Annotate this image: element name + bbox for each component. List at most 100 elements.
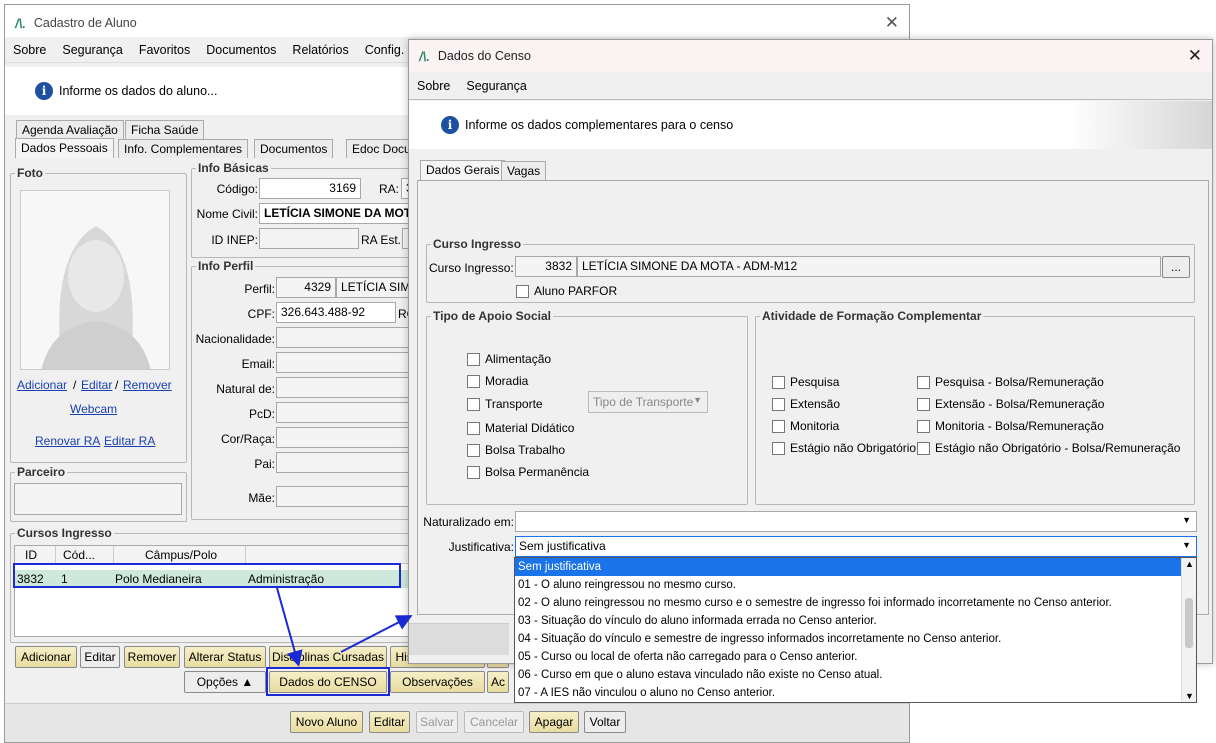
email-label: Email: [241,357,275,371]
curso-browse-button[interactable]: ... [1162,256,1190,278]
checkbox-box [467,465,480,479]
option-sem-justificativa[interactable]: Sem justificativa [515,558,1196,576]
foto-editar-link[interactable]: Editar [81,378,112,392]
tab-dados-pessoais[interactable]: Dados Pessoais [15,138,114,158]
menu-relatorios[interactable]: Relatórios [292,43,348,57]
app-logo-icon: /\. [15,15,26,31]
estagio-bolsa-checkbox[interactable]: Estágio não Obrigatório - Bolsa/Remunera… [917,441,1180,455]
foto-remover-link[interactable]: Remover [123,378,172,392]
chevron-down-icon: ▼ [1182,540,1191,550]
pcd-field[interactable] [276,402,415,423]
nacionalidade-field[interactable] [276,327,415,348]
id-inep-field[interactable] [259,228,359,249]
tab-documentos[interactable]: Documentos [254,139,334,158]
opcoes-button[interactable]: Opções ▲ [184,671,266,693]
close-icon[interactable]: ✕ [1188,46,1202,66]
extensao-checkbox[interactable]: Extensão [772,397,840,411]
pesquisa-checkbox[interactable]: Pesquisa [772,375,839,389]
pcd-label: PcD: [248,407,275,421]
voltar-button[interactable]: Voltar [584,711,626,733]
col-id[interactable]: ID [25,548,37,562]
parceiro-field[interactable] [14,483,182,515]
cpf-field[interactable]: 326.643.488-92 [276,302,396,323]
option-04[interactable]: 04 - Situação do vínculo e semestre de i… [515,630,1196,648]
option-07[interactable]: 07 - A IES não vinculou o aluno no Censo… [515,684,1196,702]
extensao-bolsa-checkbox[interactable]: Extensão - Bolsa/Remuneração [917,397,1104,411]
justificativa-value: Sem justificativa [519,539,606,553]
menu-seguranca[interactable]: Segurança [62,43,122,57]
info-icon: i [441,116,459,134]
option-01[interactable]: 01 - O aluno reingressou no mesmo curso. [515,576,1196,594]
editar-aluno-button[interactable]: Editar [369,711,410,733]
dropdown-scrollbar[interactable]: ▲ ▼ [1181,558,1196,702]
tab-vagas[interactable]: Vagas [501,161,547,180]
renovar-ra-link[interactable]: Renovar RA [35,434,100,448]
censo-footer-button [409,623,509,655]
perfil-id-field[interactable]: 4329 [276,277,336,298]
option-03[interactable]: 03 - Situação do vínculo do aluno inform… [515,612,1196,630]
col-campus[interactable]: Câmpus/Polo [145,548,217,562]
natural-field[interactable] [276,377,415,398]
censo-menu-sobre[interactable]: Sobre [417,79,450,93]
disciplinas-button[interactable]: Disciplinas Cursadas [269,646,387,668]
bolsa-trabalho-checkbox[interactable]: Bolsa Trabalho [467,443,565,457]
menu-config[interactable]: Config. [365,43,405,57]
salvar-button[interactable]: Salvar [416,711,458,733]
tab-info-complementares[interactable]: Info. Complementares [118,139,249,158]
curso-id-field[interactable]: 3832 [515,256,577,277]
natural-label: Natural de: [216,382,275,396]
bolsa-permanencia-checkbox[interactable]: Bolsa Permanência [467,465,589,479]
col-cod[interactable]: Cód... [63,548,95,562]
checkbox-box [467,352,480,366]
alterar-status-button[interactable]: Alterar Status [184,646,266,668]
novo-aluno-button[interactable]: Novo Aluno [290,711,363,733]
monitoria-checkbox[interactable]: Monitoria [772,419,839,433]
scroll-up-icon[interactable]: ▲ [1185,559,1194,569]
apagar-button[interactable]: Apagar [529,711,579,733]
tipo-transporte-select[interactable]: Tipo de Transporte ▼ [588,391,708,413]
codigo-field[interactable]: 3169 [259,178,361,199]
pai-field[interactable] [276,452,415,473]
option-02[interactable]: 02 - O aluno reingressou no mesmo curso … [515,594,1196,612]
webcam-link[interactable]: Webcam [70,402,117,416]
material-didatico-checkbox[interactable]: Material Didático [467,421,574,435]
mae-field[interactable] [276,486,415,507]
alimentacao-label: Alimentação [485,352,552,366]
transporte-checkbox[interactable]: Transporte [467,397,543,411]
tab-dados-gerais[interactable]: Dados Gerais [420,160,506,180]
editar-ra-link[interactable]: Editar RA [104,434,155,448]
checkbox-box [467,374,480,388]
option-06[interactable]: 06 - Curso em que o aluno estava vincula… [515,666,1196,684]
menu-documentos[interactable]: Documentos [206,43,276,57]
ac-button[interactable]: Ac [487,671,509,693]
perfil-nome-field[interactable]: LETÍCIA SIMO [336,277,415,298]
remover-button[interactable]: Remover [124,646,180,668]
justificativa-select[interactable]: Sem justificativa ▼ [515,536,1197,557]
tab-edoc[interactable]: Edoc Docu [346,139,417,158]
option-05[interactable]: 05 - Curso ou local de oferta não carreg… [515,648,1196,666]
scroll-down-icon[interactable]: ▼ [1185,691,1194,701]
curso-nome-field[interactable]: LETÍCIA SIMONE DA MOTA - ADM-M12 [577,256,1161,277]
adicionar-button[interactable]: Adicionar [15,646,77,668]
cor-raca-field[interactable] [276,427,415,448]
estagio-checkbox[interactable]: Estágio não Obrigatório [772,441,916,455]
observacoes-button[interactable]: Observações [390,671,485,693]
tab-agenda[interactable]: Agenda Avaliação [16,120,124,139]
naturalizado-select[interactable]: ▼ [515,511,1197,532]
email-field[interactable] [276,352,415,373]
close-icon[interactable]: ✕ [885,13,899,33]
moradia-checkbox[interactable]: Moradia [467,374,528,388]
tab-ficha-saude[interactable]: Ficha Saúde [125,120,205,139]
cancelar-button[interactable]: Cancelar [464,711,524,733]
menu-favoritos[interactable]: Favoritos [139,43,190,57]
nome-civil-field[interactable]: LETÍCIA SIMONE DA MOTA [259,203,415,224]
pesquisa-bolsa-checkbox[interactable]: Pesquisa - Bolsa/Remuneração [917,375,1104,389]
menu-sobre[interactable]: Sobre [13,43,46,57]
alimentacao-checkbox[interactable]: Alimentação [467,352,551,366]
monitoria-bolsa-checkbox[interactable]: Monitoria - Bolsa/Remuneração [917,419,1104,433]
editar-button[interactable]: Editar [80,646,120,668]
scroll-thumb[interactable] [1185,598,1193,648]
foto-adicionar-link[interactable]: Adicionar [17,378,67,392]
aluno-parfor-checkbox[interactable]: Aluno PARFOR [516,284,617,298]
censo-menu-seguranca[interactable]: Segurança [466,79,526,93]
